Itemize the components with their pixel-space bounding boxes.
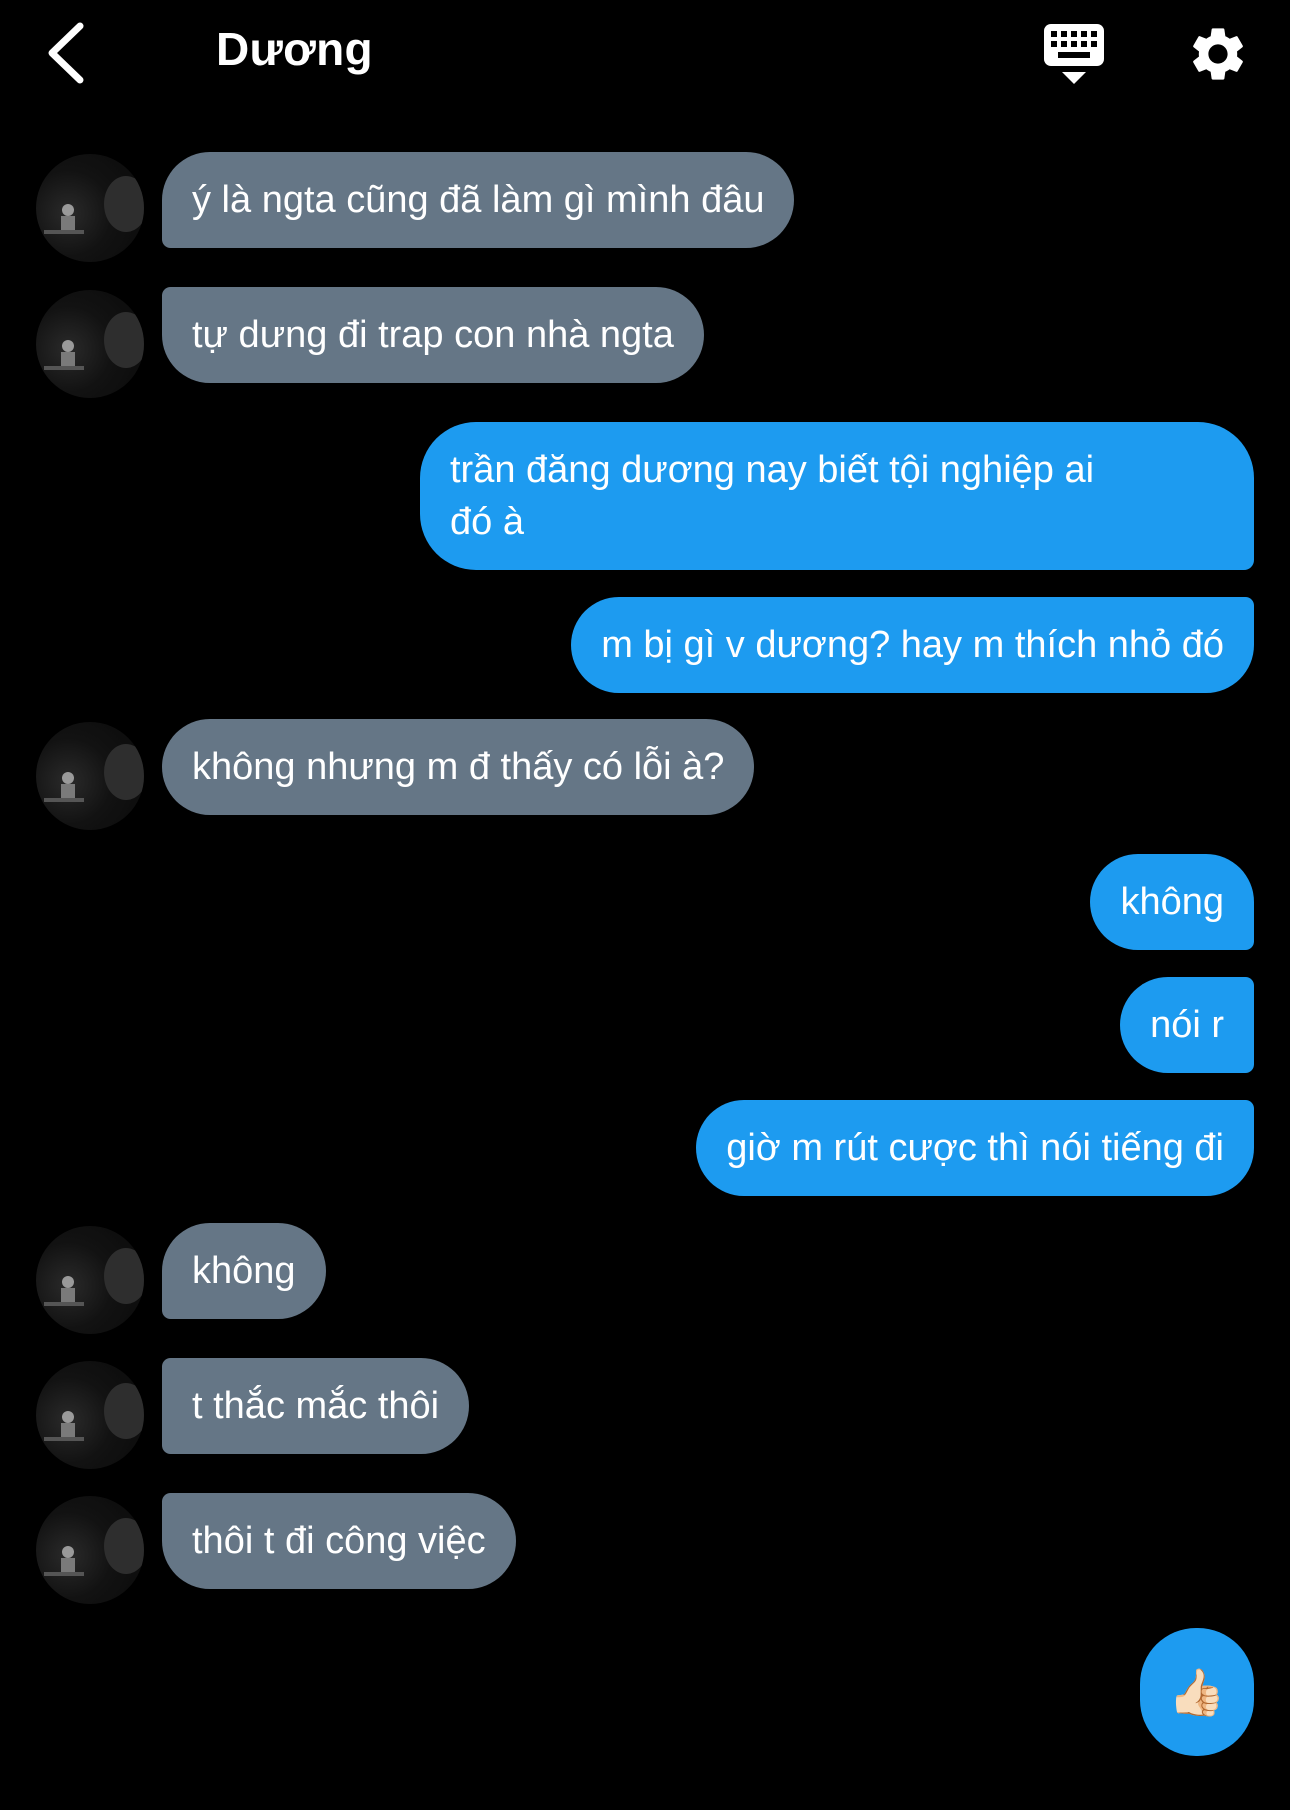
avatar-photo — [44, 1518, 144, 1576]
incoming-message[interactable]: không — [162, 1223, 326, 1319]
outgoing-message-thumbs-up[interactable]: 👍🏻 — [1140, 1628, 1254, 1756]
outgoing-message[interactable]: trần đăng dương nay biết tội nghiệp ai đ… — [420, 422, 1254, 570]
avatar[interactable] — [36, 722, 144, 830]
avatar[interactable] — [36, 290, 144, 398]
outgoing-message[interactable]: giờ m rút cược thì nói tiếng đi — [696, 1100, 1254, 1196]
avatar[interactable] — [36, 154, 144, 262]
incoming-message[interactable]: t thắc mắc thôi — [162, 1358, 470, 1454]
incoming-message[interactable]: không nhưng m đ thấy có lỗi à? — [162, 719, 755, 815]
avatar-photo — [44, 1383, 144, 1441]
avatar[interactable] — [36, 1226, 144, 1334]
message-thread: ý là ngta cũng đã làm gì mình đâu tự dưn… — [0, 0, 1290, 1810]
incoming-message[interactable]: ý là ngta cũng đã làm gì mình đâu — [162, 152, 795, 248]
incoming-message[interactable]: thôi t đi công việc — [162, 1493, 516, 1589]
avatar-photo — [44, 176, 144, 234]
incoming-message[interactable]: tự dưng đi trap con nhà ngta — [162, 287, 704, 383]
avatar[interactable] — [36, 1496, 144, 1604]
avatar[interactable] — [36, 1361, 144, 1469]
avatar-photo — [44, 312, 144, 370]
outgoing-message[interactable]: nói r — [1120, 977, 1254, 1073]
avatar-photo — [44, 1248, 144, 1306]
outgoing-message[interactable]: không — [1090, 854, 1254, 950]
outgoing-message[interactable]: m bị gì v dương? hay m thích nhỏ đó — [571, 597, 1254, 693]
avatar-photo — [44, 744, 144, 802]
